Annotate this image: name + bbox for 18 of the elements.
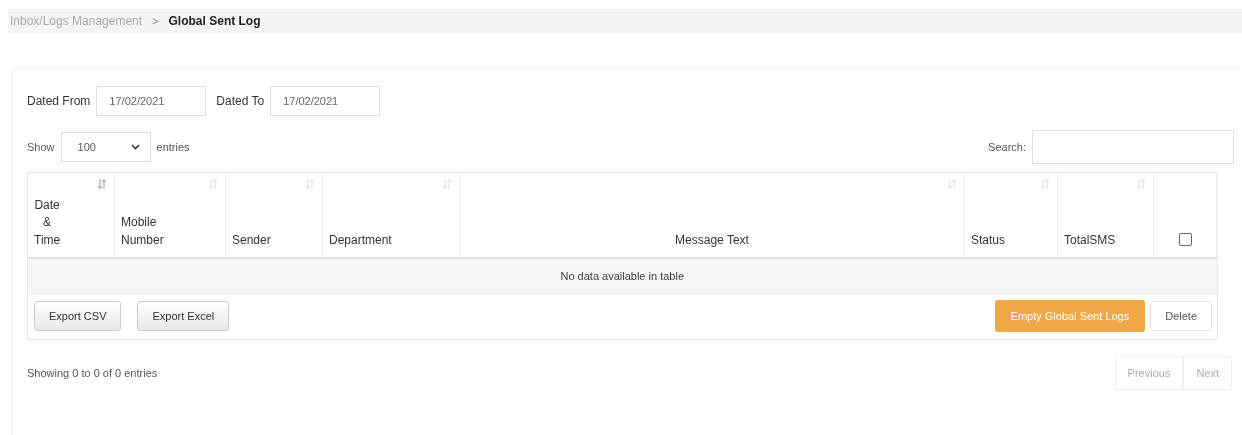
field-label: Dated From xyxy=(27,94,91,108)
show-label: Show xyxy=(27,141,55,153)
search-field[interactable] xyxy=(1032,130,1234,164)
entries-label: entries xyxy=(156,141,190,153)
select-all-checkbox[interactable] xyxy=(1178,233,1192,246)
date-field[interactable]: 17/02/2021 xyxy=(270,86,381,116)
search-label: Search: xyxy=(988,141,1026,153)
action-button[interactable]: Export CSV xyxy=(34,301,122,331)
entries-select[interactable]: 100 xyxy=(60,132,151,162)
breadcrumb-separator: > xyxy=(152,15,159,27)
table-info: Showing 0 to 0 of 0 entries xyxy=(27,367,158,379)
action-button[interactable]: Export Excel xyxy=(137,301,230,331)
empty-table-message: No data available in table xyxy=(28,258,1217,293)
field-label: Dated To xyxy=(216,94,265,108)
chevron-icon xyxy=(130,144,140,150)
date-field[interactable]: 17/02/2021 xyxy=(96,86,207,116)
breadcrumb-current: Global Sent Log xyxy=(168,14,261,28)
action-button[interactable]: Delete xyxy=(1150,301,1212,331)
